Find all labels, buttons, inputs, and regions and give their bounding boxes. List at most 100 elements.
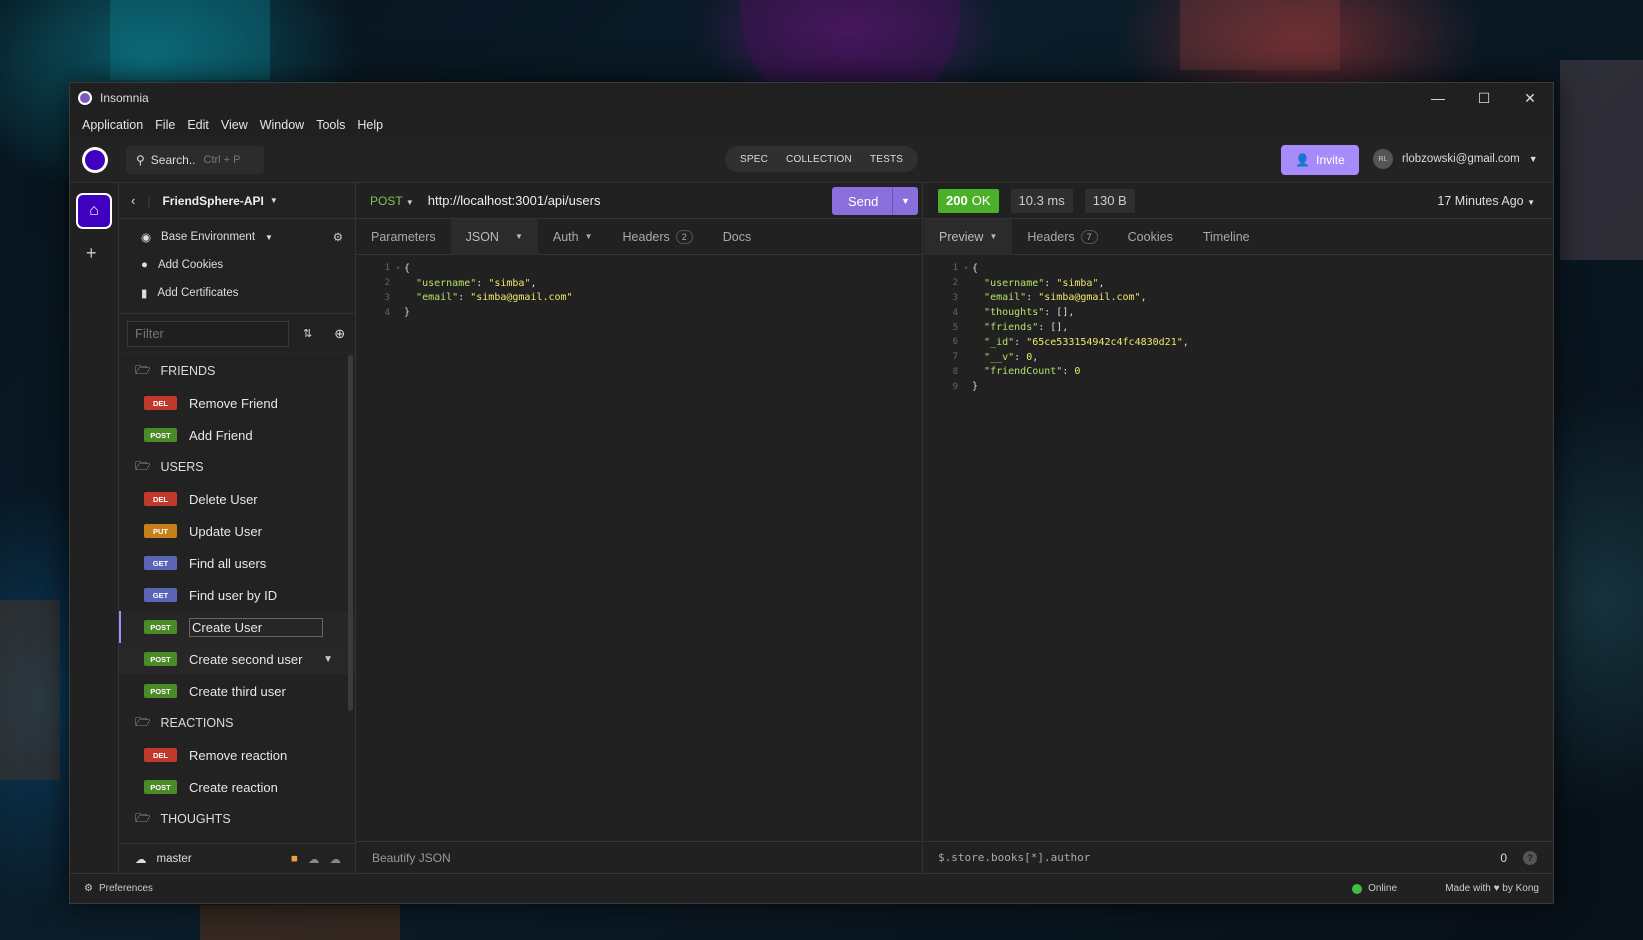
- invite-button[interactable]: 👤 Invite: [1281, 145, 1359, 175]
- response-body-viewer[interactable]: 1 ▾{2 "username": "simba", 3 "email": "sim…: [924, 255, 1553, 394]
- tab-parameters[interactable]: Parameters: [356, 219, 451, 255]
- account-menu[interactable]: RL rlobzowski@gmail.com ▼: [1373, 149, 1538, 169]
- top-bar: ⚲ Search.. Ctrl + P SPEC COLLECTION TEST…: [70, 137, 1553, 183]
- search-icon: ⚲: [136, 152, 145, 167]
- menu-help[interactable]: Help: [351, 118, 389, 132]
- request-label: Remove reaction: [189, 747, 288, 763]
- add-project-icon[interactable]: +: [86, 243, 97, 264]
- cloud-push-icon[interactable]: ☁: [330, 852, 342, 866]
- tab-auth[interactable]: Auth ▼: [538, 219, 608, 255]
- tab-docs[interactable]: Docs: [708, 219, 766, 255]
- chevron-down-icon: ▼: [265, 232, 273, 242]
- fold-chevron-icon[interactable]: ▾: [964, 264, 972, 272]
- request-delete-user[interactable]: DEL Delete User: [119, 483, 355, 515]
- request-find-user-by-id[interactable]: GET Find user by ID: [119, 579, 355, 611]
- add-request-icon[interactable]: ⊕: [334, 326, 345, 342]
- mode-tests[interactable]: TESTS: [861, 154, 912, 165]
- close-button[interactable]: ✕: [1507, 83, 1553, 113]
- request-create-reaction[interactable]: POST Create reaction: [119, 771, 355, 803]
- send-label: Send: [848, 193, 879, 209]
- request-update-user[interactable]: PUT Update User: [119, 515, 355, 547]
- code-line: 3 "email": "simba@gmail.com",: [924, 291, 1553, 306]
- request-create-third-user[interactable]: POST Create third user: [119, 675, 355, 707]
- headers-count-badge: 2: [675, 229, 693, 244]
- menu-view[interactable]: View: [215, 118, 254, 132]
- base-environment-selector[interactable]: ◉ Base Environment ▼ ⚙: [119, 223, 355, 251]
- mode-collection[interactable]: COLLECTION: [777, 154, 861, 165]
- home-button[interactable]: ⌂: [76, 193, 112, 229]
- search-button[interactable]: ⚲ Search.. Ctrl + P: [126, 145, 264, 174]
- sidebar-scrollbar[interactable]: [348, 355, 353, 711]
- made-with-kong-link[interactable]: Made with ♥ by Kong: [1445, 883, 1539, 894]
- request-label: Remove Friend: [189, 395, 278, 411]
- menu-window[interactable]: Window: [254, 118, 310, 132]
- request-remove-reaction[interactable]: DEL Remove reaction: [119, 739, 355, 771]
- tab-response-headers[interactable]: Headers 7: [1012, 219, 1112, 255]
- request-add-friend[interactable]: POST Add Friend: [119, 419, 355, 451]
- menu-edit[interactable]: Edit: [181, 118, 215, 132]
- sidebar: ‹ | FriendSphere-API ▼ ◉ Base Environmen…: [119, 183, 356, 873]
- method-badge: POST: [144, 620, 177, 634]
- method-label: POST: [370, 193, 403, 208]
- menu-tools[interactable]: Tools: [310, 118, 351, 132]
- back-chevron-icon[interactable]: ‹: [131, 193, 135, 208]
- folder-label: FRIENDS: [160, 364, 216, 378]
- send-options-icon[interactable]: ▼: [892, 187, 918, 215]
- request-body-editor[interactable]: 1 ▾{2 "username": "simba", 3 "email": "sim…: [356, 255, 922, 320]
- request-create-user[interactable]: POST Create User: [119, 611, 355, 643]
- sort-icon[interactable]: ⇅: [303, 327, 312, 340]
- request-remove-friend[interactable]: DEL Remove Friend: [119, 387, 355, 419]
- request-actions-dropdown-icon[interactable]: ▼: [323, 654, 333, 665]
- folder-friends[interactable]: 🗁 FRIENDS: [119, 355, 355, 387]
- fold-chevron-icon[interactable]: ▾: [396, 264, 404, 272]
- send-button[interactable]: Send ▼: [832, 187, 918, 215]
- project-name[interactable]: FriendSphere-API: [162, 194, 263, 208]
- tab-timeline[interactable]: Timeline: [1188, 219, 1265, 255]
- folder-reactions[interactable]: 🗁 REACTIONS: [119, 707, 355, 739]
- method-selector[interactable]: POST ▼: [370, 194, 414, 208]
- insomnia-home-logo[interactable]: [82, 146, 108, 173]
- code-text: "username": "simba",: [416, 277, 537, 289]
- folder-label: THOUGHTS: [160, 812, 231, 826]
- filter-input[interactable]: [127, 320, 289, 347]
- add-cookies-button[interactable]: ● Add Cookies: [119, 251, 355, 279]
- line-number: 7: [952, 352, 958, 363]
- status-code: 200: [946, 193, 968, 208]
- folder-users[interactable]: 🗁 USERS: [119, 451, 355, 483]
- online-dot-icon: [1352, 883, 1363, 894]
- code-text: "thoughts": [],: [984, 307, 1075, 319]
- gear-icon[interactable]: ⚙: [333, 230, 343, 244]
- cloud-pull-icon[interactable]: ☁: [308, 852, 320, 866]
- sidebar-options: ◉ Base Environment ▼ ⚙ ● Add Cookies ▮ A…: [119, 219, 355, 314]
- git-sync-bar: ☁ master ■ ☁ ☁: [119, 843, 355, 873]
- response-history-dropdown[interactable]: 17 Minutes Ago ▼: [1437, 194, 1535, 208]
- tab-cookies[interactable]: Cookies: [1113, 219, 1188, 255]
- mode-spec[interactable]: SPEC: [731, 154, 777, 165]
- status-text: OK: [971, 193, 991, 208]
- url-input[interactable]: http://localhost:3001/api/users: [428, 193, 601, 208]
- request-label: Find user by ID: [189, 587, 278, 603]
- request-find-all-users[interactable]: GET Find all users: [119, 547, 355, 579]
- maximize-button[interactable]: ☐: [1461, 83, 1507, 113]
- method-badge: DEL: [144, 748, 177, 762]
- add-certificates-button[interactable]: ▮ Add Certificates: [119, 279, 355, 307]
- minimize-button[interactable]: —: [1415, 83, 1461, 113]
- branch-name[interactable]: master: [157, 853, 192, 865]
- request-create-second-user[interactable]: POST Create second user ▼: [119, 643, 355, 675]
- preferences-link[interactable]: Preferences: [99, 883, 153, 894]
- sync-status-icon[interactable]: ■: [291, 853, 298, 865]
- add-certificates-label: Add Certificates: [157, 287, 239, 299]
- request-rename-field[interactable]: Create User: [189, 617, 323, 637]
- menu-file[interactable]: File: [149, 118, 181, 132]
- tab-headers[interactable]: Headers 2: [608, 219, 708, 255]
- tab-body-json[interactable]: JSON ▼: [450, 218, 538, 255]
- help-icon[interactable]: ?: [1523, 850, 1537, 865]
- menu-application[interactable]: Application: [76, 118, 149, 132]
- line-number: 2: [384, 278, 390, 289]
- folder-thoughts[interactable]: 🗁 THOUGHTS: [119, 803, 355, 835]
- beautify-json-button[interactable]: Beautify JSON: [356, 841, 922, 873]
- response-filter-input[interactable]: $.store.books[*].author: [938, 851, 1090, 864]
- project-dropdown-icon[interactable]: ▼: [270, 196, 278, 205]
- tab-label: Timeline: [1202, 229, 1250, 244]
- tab-preview[interactable]: Preview ▼: [924, 218, 1013, 255]
